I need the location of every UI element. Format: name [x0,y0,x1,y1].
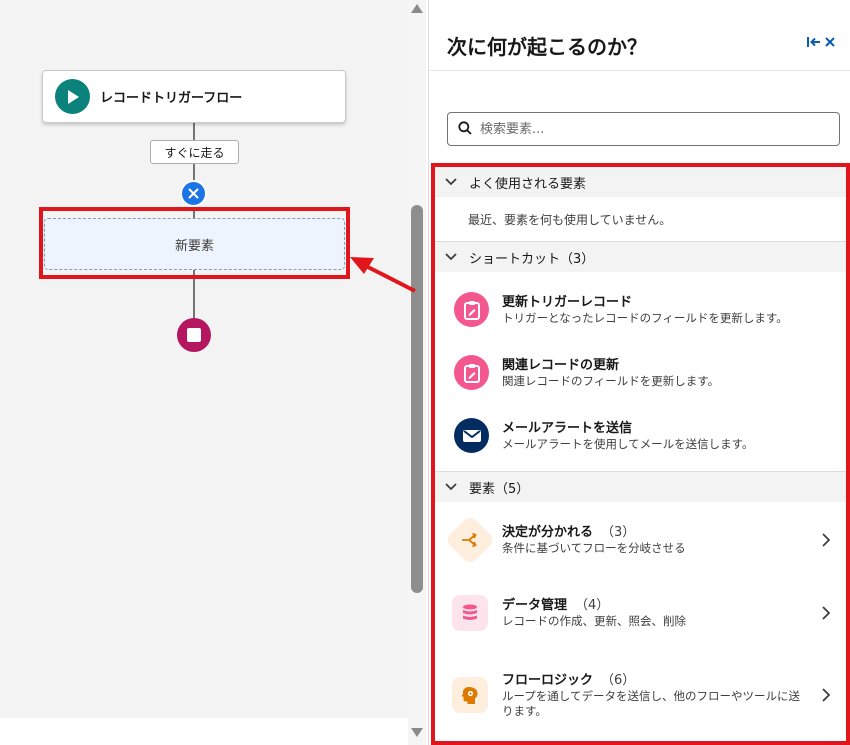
search-icon [458,120,472,139]
element-count: （3） [601,525,636,540]
element-count: （6） [601,672,636,688]
stop-icon [177,318,211,352]
connector-line [193,164,195,181]
close-panel-icon[interactable] [824,33,836,52]
shortcut-title: 関連レコードの更新 [502,357,620,373]
frequent-empty-text: 最近、要素を何も使用していません。 [435,197,846,242]
shortcut-desc: トリガーとなったレコードのフィールドを更新します。 [502,310,788,325]
shortcut-send-email-alert[interactable]: メールアラートを送信 メールアラートを使用してメールを送信します。 [435,404,846,467]
element-title: 決定が分かれる [502,525,594,540]
section-header-frequent[interactable]: よく使用される要素 [435,167,846,197]
play-icon [55,79,90,114]
connector-line [193,123,195,140]
element-desc: ループを通してデータを送信し、他のフローやツールに送ります。 [502,688,800,718]
element-desc: 条件に基づいてフローを分岐させる [502,541,686,555]
section-header-label: よく使用される要素 [469,176,587,192]
element-list: よく使用される要素 最近、要素を何も使用していません。 ショートカット（3） 更… [435,167,846,741]
section-header-shortcuts[interactable]: ショートカット（3） [435,242,846,272]
section-header-label: 要素（5） [469,481,530,497]
chevron-down-icon [445,483,457,491]
element-data[interactable]: データ管理 （4） レコードの作成、更新、照会、削除 [435,578,846,648]
close-icon[interactable] [180,180,207,207]
shortcut-title: 更新トリガーレコード [502,294,633,310]
collapse-panel-icon[interactable] [807,33,821,52]
run-immediately-label[interactable]: すぐに走る [150,140,239,164]
chevron-down-icon [445,178,457,186]
scroll-up-arrow-icon[interactable] [411,4,423,13]
chevron-right-icon [822,533,830,547]
shortcut-desc: メールアラートを使用してメールを送信します。 [502,436,754,451]
element-flow-logic[interactable]: フローロジック （6） ループを通してデータを送信し、他のフローやツールに送ります… [435,648,846,741]
shortcut-update-triggering-record[interactable]: 更新トリガーレコード トリガーとなったレコードのフィールドを更新します。 [435,278,846,341]
panel-divider [429,70,850,71]
section-header-label: ショートカット（3） [469,251,595,267]
start-element-label: レコードトリガーフロー [100,91,243,106]
flow-canvas: レコードトリガーフロー すぐに走る 新要素 [0,0,408,718]
canvas-footer [0,718,408,745]
branch-icon [444,514,496,566]
shortcut-title: メールアラートを送信 [502,420,633,436]
element-desc: レコードの作成、更新、照会、削除 [502,614,686,628]
highlight-box [39,207,350,279]
element-title: フローロジック [502,672,594,688]
section-header-elements[interactable]: 要素（5） [435,472,846,502]
chevron-right-icon [822,688,830,702]
chevron-right-icon [822,606,830,620]
logic-head-icon [452,677,488,713]
scroll-down-arrow-icon[interactable] [411,728,423,737]
panel-actions [807,33,836,52]
shortcut-desc: 関連レコードのフィールドを更新します。 [502,373,720,388]
element-count: （4） [575,598,610,613]
shortcut-update-related-records[interactable]: 関連レコードの更新 関連レコードのフィールドを更新します。 [435,341,846,404]
email-icon [454,418,489,453]
clipboard-edit-icon [454,292,489,327]
chevron-down-icon [445,253,457,261]
element-decision[interactable]: 決定が分かれる （3） 条件に基づいてフローを分岐させる [435,502,846,578]
clipboard-edit-icon [454,355,489,390]
search-input[interactable] [480,121,810,137]
annotation-arrow-icon [350,257,416,293]
database-icon [452,595,488,631]
start-element[interactable]: レコードトリガーフロー [42,70,346,123]
element-title: データ管理 [502,598,568,613]
search-box[interactable] [447,112,840,146]
panel-title: 次に何が起こるのか？ [447,35,647,59]
